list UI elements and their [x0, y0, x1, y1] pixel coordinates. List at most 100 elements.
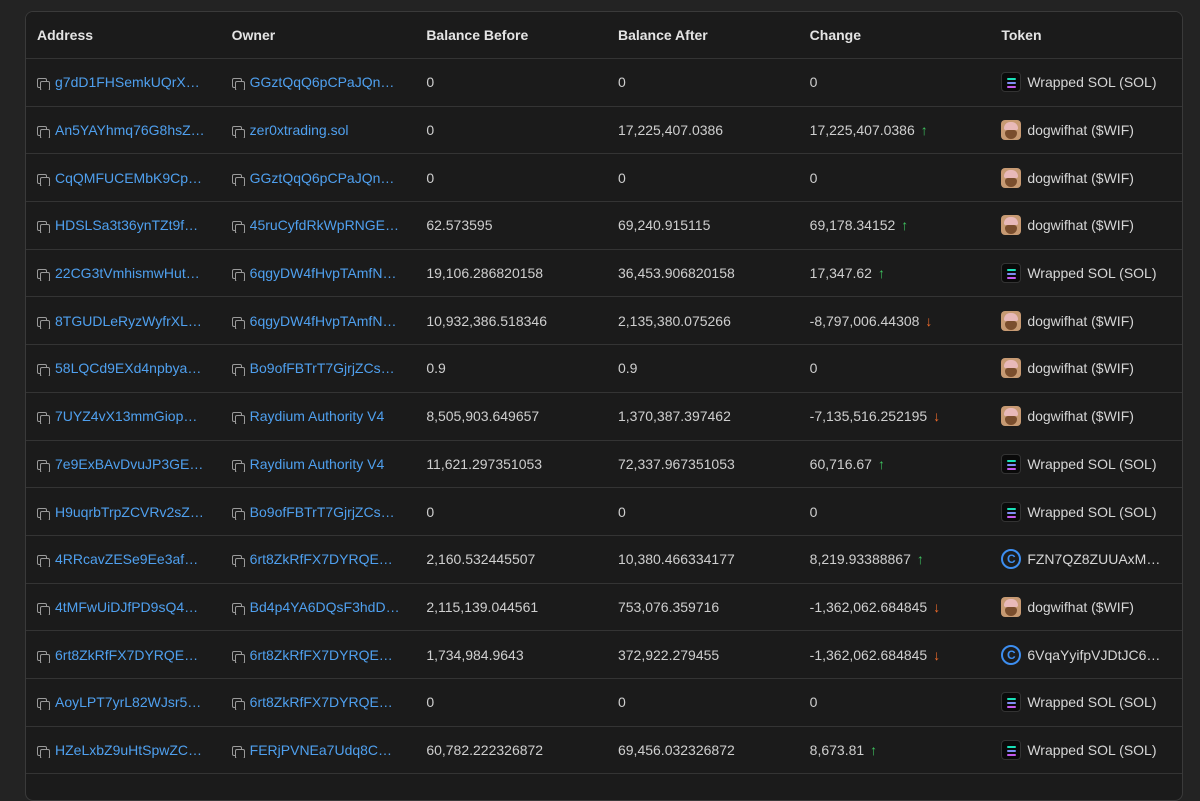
- copy-icon[interactable]: [37, 269, 50, 282]
- copy-icon[interactable]: [231, 745, 245, 758]
- token-link[interactable]: Wrapped SOL (SOL): [1001, 263, 1182, 284]
- token-link[interactable]: dogwifhat ($WIF): [1001, 358, 1182, 379]
- address-text: CqQMFUCEMbK9Cp9y...: [55, 169, 205, 186]
- copy-icon[interactable]: [37, 745, 50, 758]
- copy-icon[interactable]: [37, 364, 50, 377]
- copy-icon[interactable]: [231, 364, 245, 377]
- token-link[interactable]: C 6VqaYyifpVJDtJC6sR...: [1001, 644, 1182, 665]
- owner-link[interactable]: Bo9ofFBTrT7GjrjZCseQ...: [231, 360, 416, 377]
- copy-icon[interactable]: [231, 459, 245, 472]
- address-text: 4RRcavZESe9Ee3afvvF...: [55, 551, 205, 568]
- copy-icon[interactable]: [231, 555, 245, 568]
- copy-icon[interactable]: [37, 507, 50, 520]
- copy-icon[interactable]: [37, 78, 50, 91]
- copy-icon[interactable]: [231, 126, 245, 139]
- token-link[interactable]: dogwifhat ($WIF): [1001, 167, 1182, 188]
- table-row: HDSLSa3t36ynTZt9fV3... 45ruCyfdRkWpRNGEq.…: [26, 202, 1182, 250]
- copy-icon[interactable]: [37, 412, 50, 425]
- owner-link[interactable]: GGztQqQ6pCPaJQnNp...: [231, 170, 416, 186]
- owner-link[interactable]: 6rt8ZkRfFX7DYRQECJv...: [231, 694, 416, 711]
- table-row: H9uqrbTrpZCVRv2sZah... Bo9ofFBTrT7GjrjZCs…: [26, 488, 1182, 536]
- copy-icon[interactable]: [231, 269, 245, 282]
- token-link[interactable]: dogwifhat ($WIF): [1001, 310, 1182, 331]
- token-link[interactable]: dogwifhat ($WIF): [1001, 215, 1182, 236]
- balance-before-value: 1,734,984.9643: [426, 646, 524, 663]
- owner-link[interactable]: Raydium Authority V4: [231, 456, 416, 472]
- token-link[interactable]: dogwifhat ($WIF): [1001, 120, 1182, 141]
- copy-icon[interactable]: [37, 459, 50, 472]
- table-row: g7dD1FHSemkUQrX1E... GGztQqQ6pCPaJQnNp...…: [26, 59, 1182, 107]
- token-link[interactable]: Wrapped SOL (SOL): [1001, 692, 1182, 713]
- address-link[interactable]: AoyLPT7yrL82WJsr5Sr...: [37, 694, 221, 711]
- owner-link[interactable]: FERjPVNEa7Udq8CEv6...: [231, 742, 416, 758]
- token-name: dogwifhat ($WIF): [1027, 217, 1134, 234]
- copy-icon[interactable]: [231, 412, 245, 425]
- address-link[interactable]: HZeLxbZ9uHtSpwZC3L...: [37, 742, 221, 758]
- copy-icon[interactable]: [37, 173, 50, 186]
- address-link[interactable]: 7e9ExBAvDvuJP3GE6e...: [37, 456, 221, 472]
- owner-link[interactable]: 6rt8ZkRfFX7DYRQECJv...: [231, 551, 416, 568]
- generic-token-icon: C: [1001, 549, 1022, 570]
- owner-link[interactable]: 6qgyDW4fHvpTAmfNZ...: [231, 265, 416, 282]
- copy-icon[interactable]: [37, 316, 50, 329]
- copy-icon[interactable]: [231, 221, 245, 234]
- copy-icon[interactable]: [231, 507, 245, 520]
- balance-after-value: 753,076.359716: [617, 598, 720, 615]
- token-link[interactable]: C FZN7QZ8ZUUAxMPfx...: [1001, 549, 1182, 570]
- token-link[interactable]: Wrapped SOL (SOL): [1001, 739, 1182, 760]
- token-name: dogwifhat ($WIF): [1027, 169, 1134, 186]
- address-link[interactable]: 8TGUDLeRyzWyfrXLkA...: [37, 313, 221, 329]
- copy-icon[interactable]: [231, 650, 245, 663]
- address-link[interactable]: 22CG3tVmhismwHutKc...: [37, 265, 221, 282]
- copy-icon[interactable]: [231, 602, 245, 615]
- column-header-address: Address: [37, 27, 94, 43]
- address-text: HDSLSa3t36ynTZt9fV3...: [55, 217, 205, 234]
- owner-link[interactable]: 6qgyDW4fHvpTAmfNZ...: [231, 313, 416, 329]
- owner-text: 45ruCyfdRkWpRNGEq...: [249, 217, 400, 234]
- token-link[interactable]: Wrapped SOL (SOL): [1001, 72, 1182, 93]
- owner-link[interactable]: 6rt8ZkRfFX7DYRQECJv...: [231, 647, 416, 663]
- address-link[interactable]: HDSLSa3t36ynTZt9fV3...: [37, 217, 221, 234]
- address-link[interactable]: CqQMFUCEMbK9Cp9y...: [37, 170, 221, 186]
- address-link[interactable]: 4RRcavZESe9Ee3afvvF...: [37, 551, 221, 568]
- owner-link[interactable]: Bd4p4YA6DQsF3hdDD...: [231, 599, 416, 615]
- address-link[interactable]: 7UYZ4vX13mmGiopay...: [37, 408, 221, 425]
- address-link[interactable]: H9uqrbTrpZCVRv2sZah...: [37, 504, 221, 520]
- address-link[interactable]: 58LQCd9EXd4npbyaPA...: [37, 360, 221, 377]
- owner-link[interactable]: Raydium Authority V4: [231, 408, 416, 425]
- change-value: -1,362,062.684845: [809, 646, 928, 663]
- balance-after-value: 0: [617, 74, 626, 91]
- copy-icon[interactable]: [37, 126, 50, 139]
- copy-icon[interactable]: [37, 555, 50, 568]
- token-link[interactable]: dogwifhat ($WIF): [1001, 596, 1182, 617]
- copy-icon[interactable]: [37, 698, 50, 711]
- owner-link[interactable]: Bo9ofFBTrT7GjrjZCseQ...: [231, 504, 416, 520]
- copy-icon[interactable]: [37, 650, 50, 663]
- token-link[interactable]: Wrapped SOL (SOL): [1001, 501, 1182, 522]
- copy-icon[interactable]: [231, 316, 245, 329]
- copy-icon[interactable]: [37, 221, 50, 234]
- wrapped-sol-token-icon: [1001, 453, 1022, 474]
- address-link[interactable]: An5YAYhmq76G8hsZ7...: [37, 122, 221, 139]
- address-text: g7dD1FHSemkUQrX1E...: [55, 74, 205, 91]
- address-link[interactable]: 4tMFwUiDJfPD9sQ4TC...: [37, 599, 221, 615]
- owner-text: GGztQqQ6pCPaJQnNp...: [249, 74, 400, 91]
- copy-icon[interactable]: [37, 602, 50, 615]
- dogwifhat-token-icon: [1001, 167, 1022, 188]
- dogwifhat-token-icon: [1001, 358, 1022, 379]
- owner-link[interactable]: zer0xtrading.sol: [231, 122, 416, 139]
- balance-before-value: 11,621.297351053: [426, 455, 543, 472]
- token-link[interactable]: Wrapped SOL (SOL): [1001, 453, 1182, 474]
- copy-icon[interactable]: [231, 78, 245, 91]
- owner-link[interactable]: 45ruCyfdRkWpRNGEq...: [231, 217, 416, 234]
- wrapped-sol-token-icon: [1001, 72, 1022, 93]
- change-value: 0: [809, 169, 818, 186]
- copy-icon[interactable]: [231, 173, 245, 186]
- copy-icon[interactable]: [231, 698, 245, 711]
- balance-after-value: 10,380.466334177: [617, 551, 735, 568]
- address-link[interactable]: 6rt8ZkRfFX7DYRQECJv...: [37, 647, 221, 663]
- table-header: Address Owner Balance Before Balance Aft…: [26, 12, 1182, 59]
- token-link[interactable]: dogwifhat ($WIF): [1001, 406, 1182, 427]
- owner-link[interactable]: GGztQqQ6pCPaJQnNp...: [231, 74, 416, 91]
- address-link[interactable]: g7dD1FHSemkUQrX1E...: [37, 74, 221, 91]
